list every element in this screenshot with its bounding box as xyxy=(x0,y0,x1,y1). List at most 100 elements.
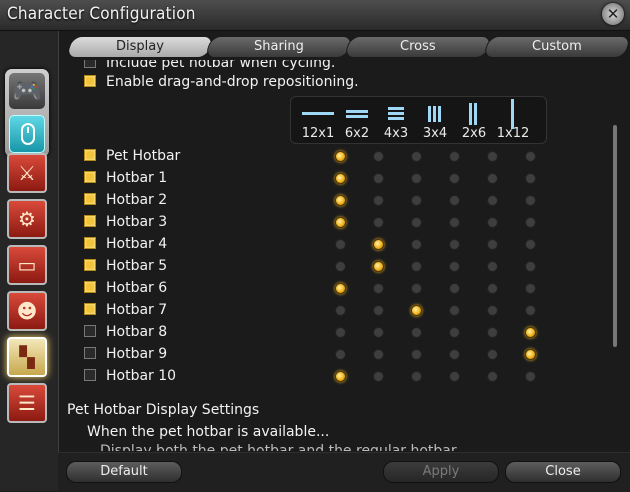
hotbar-label[interactable]: Pet Hotbar xyxy=(84,145,180,167)
layout-radio-1x12[interactable] xyxy=(525,305,536,316)
layout-radio-4x3[interactable] xyxy=(411,305,422,316)
layout-radio-2x6[interactable] xyxy=(487,327,498,338)
layout-radio-1x12[interactable] xyxy=(525,217,536,228)
layout-radio-4x3[interactable] xyxy=(411,261,422,272)
layout-radio-4x3[interactable] xyxy=(411,217,422,228)
tab-custom[interactable]: Custom xyxy=(482,36,630,58)
layout-radio-12x1[interactable] xyxy=(335,349,346,360)
layout-radio-12x1[interactable] xyxy=(335,371,346,382)
layout-radio-1x12[interactable] xyxy=(525,151,536,162)
drag-drop-checkbox[interactable] xyxy=(84,75,96,87)
layout-radio-3x4[interactable] xyxy=(449,217,460,228)
layout-radio-6x2[interactable] xyxy=(373,195,384,206)
hotbar-checkbox[interactable] xyxy=(84,149,96,161)
hotbar-label[interactable]: Hotbar 10 xyxy=(84,365,176,387)
scrollbar[interactable] xyxy=(613,125,617,347)
layout-radio-3x4[interactable] xyxy=(449,239,460,250)
hotbar-checkbox[interactable] xyxy=(84,171,96,183)
hotbar-label[interactable]: Hotbar 8 xyxy=(84,321,167,343)
layout-radio-6x2[interactable] xyxy=(373,173,384,184)
hotbar-checkbox[interactable] xyxy=(84,215,96,227)
default-button[interactable]: Default xyxy=(66,461,182,483)
gear-bag-icon[interactable]: ⚙ xyxy=(7,199,47,239)
layout-radio-1x12[interactable] xyxy=(525,371,536,382)
drag-drop-option[interactable]: Enable drag-and-drop repositioning. xyxy=(84,72,359,92)
layout-radio-4x3[interactable] xyxy=(411,327,422,338)
chat-bubble-icon[interactable]: ☰ xyxy=(7,383,47,423)
apply-button[interactable]: Apply xyxy=(383,461,499,483)
layout-radio-6x2[interactable] xyxy=(373,283,384,294)
layout-radio-3x4[interactable] xyxy=(449,349,460,360)
hotbar-label[interactable]: Hotbar 3 xyxy=(84,211,167,233)
layout-radio-2x6[interactable] xyxy=(487,283,498,294)
layout-radio-6x2[interactable] xyxy=(373,327,384,338)
hotbar-label[interactable]: Hotbar 5 xyxy=(84,255,167,277)
layout-radio-12x1[interactable] xyxy=(335,173,346,184)
layout-radio-4x3[interactable] xyxy=(411,173,422,184)
layout-radio-2x6[interactable] xyxy=(487,239,498,250)
hotbar-label[interactable]: Hotbar 1 xyxy=(84,167,167,189)
mouse-icon[interactable] xyxy=(9,115,45,153)
layout-radio-3x4[interactable] xyxy=(449,173,460,184)
hotbar-label[interactable]: Hotbar 9 xyxy=(84,343,167,365)
layout-radio-3x4[interactable] xyxy=(449,261,460,272)
layout-radio-1x12[interactable] xyxy=(525,195,536,206)
tab-sharing[interactable]: Sharing xyxy=(204,36,354,58)
hotbar-grid-icon[interactable]: ▚ xyxy=(7,337,47,377)
hotbar-label[interactable]: Hotbar 2 xyxy=(84,189,167,211)
layout-radio-6x2[interactable] xyxy=(373,151,384,162)
layout-radio-6x2[interactable] xyxy=(373,305,384,316)
layout-radio-2x6[interactable] xyxy=(487,371,498,382)
layout-radio-1x12[interactable] xyxy=(525,327,536,338)
layout-radio-12x1[interactable] xyxy=(335,217,346,228)
layout-radio-12x1[interactable] xyxy=(335,327,346,338)
layout-radio-4x3[interactable] xyxy=(411,151,422,162)
layout-radio-3x4[interactable] xyxy=(449,327,460,338)
hotbar-checkbox[interactable] xyxy=(84,303,96,315)
hotbar-label[interactable]: Hotbar 4 xyxy=(84,233,167,255)
layout-radio-2x6[interactable] xyxy=(487,349,498,360)
close-button[interactable]: Close xyxy=(505,461,621,483)
gamepad-icon[interactable]: 🎮 xyxy=(9,73,45,109)
layout-radio-4x3[interactable] xyxy=(411,371,422,382)
layout-radio-3x4[interactable] xyxy=(449,283,460,294)
layout-radio-1x12[interactable] xyxy=(525,283,536,294)
layout-radio-3x4[interactable] xyxy=(449,195,460,206)
id-card-icon[interactable]: ▭ xyxy=(7,245,47,285)
hotbar-checkbox[interactable] xyxy=(84,259,96,271)
layout-radio-1x12[interactable] xyxy=(525,349,536,360)
layout-radio-3x4[interactable] xyxy=(449,305,460,316)
layout-radio-4x3[interactable] xyxy=(411,239,422,250)
tab-cross[interactable]: Cross xyxy=(343,36,493,58)
hotbar-label[interactable]: Hotbar 7 xyxy=(84,299,167,321)
layout-radio-12x1[interactable] xyxy=(335,195,346,206)
layout-radio-1x12[interactable] xyxy=(525,173,536,184)
layout-radio-2x6[interactable] xyxy=(487,305,498,316)
crossed-swords-icon[interactable]: ⚔ xyxy=(7,153,47,193)
hotbar-checkbox[interactable] xyxy=(84,369,96,381)
layout-radio-2x6[interactable] xyxy=(487,217,498,228)
hotbar-checkbox[interactable] xyxy=(84,325,96,337)
layout-radio-4x3[interactable] xyxy=(411,283,422,294)
layout-radio-3x4[interactable] xyxy=(449,151,460,162)
layout-radio-1x12[interactable] xyxy=(525,261,536,272)
tab-display[interactable]: Display xyxy=(65,36,215,58)
hotbar-checkbox[interactable] xyxy=(84,193,96,205)
character-icon[interactable]: ☻ xyxy=(7,291,47,331)
close-icon[interactable]: ✕ xyxy=(602,3,624,25)
layout-radio-12x1[interactable] xyxy=(335,305,346,316)
hotbar-checkbox[interactable] xyxy=(84,281,96,293)
layout-radio-6x2[interactable] xyxy=(373,261,384,272)
layout-radio-2x6[interactable] xyxy=(487,261,498,272)
input-mode-toggle[interactable]: 🎮 xyxy=(5,69,49,157)
layout-radio-12x1[interactable] xyxy=(335,239,346,250)
layout-radio-2x6[interactable] xyxy=(487,173,498,184)
layout-radio-6x2[interactable] xyxy=(373,349,384,360)
layout-radio-4x3[interactable] xyxy=(411,349,422,360)
include-pet-checkbox[interactable] xyxy=(84,60,96,68)
layout-radio-4x3[interactable] xyxy=(411,195,422,206)
layout-radio-2x6[interactable] xyxy=(487,195,498,206)
layout-radio-12x1[interactable] xyxy=(335,261,346,272)
layout-radio-3x4[interactable] xyxy=(449,371,460,382)
layout-radio-12x1[interactable] xyxy=(335,283,346,294)
